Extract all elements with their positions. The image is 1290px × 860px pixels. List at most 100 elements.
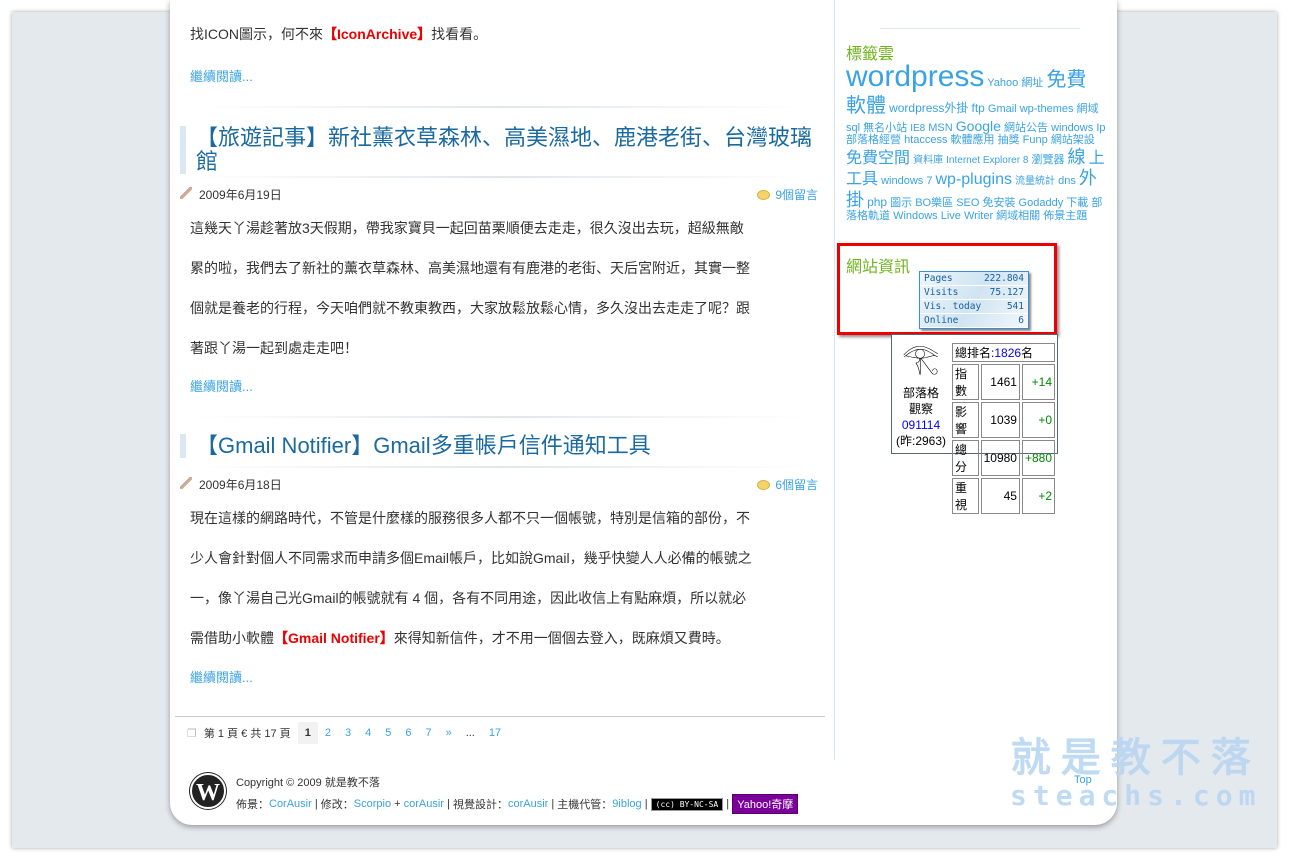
pen-icon [180, 477, 192, 489]
wordpress-logo-icon[interactable]: W [190, 773, 226, 809]
tag-link[interactable]: php [867, 195, 887, 209]
tag-link[interactable]: Gmail [988, 103, 1017, 115]
comment-icon [757, 190, 771, 200]
tag-link[interactable]: dns [1058, 175, 1076, 187]
tag-link[interactable]: windows [1051, 122, 1093, 134]
pen-icon [180, 187, 192, 199]
post-date: 2009年6月18日 [199, 478, 282, 492]
tag-link[interactable]: 軟體 [846, 95, 886, 117]
separator [195, 466, 805, 468]
tag-link[interactable]: BO樂區 [915, 197, 953, 209]
tag-link[interactable]: Yahoo [987, 77, 1018, 89]
tag-link[interactable]: Internet Explorer 8 [946, 155, 1028, 166]
page-link[interactable]: 4 [358, 727, 378, 739]
separator [195, 416, 805, 418]
tag-link[interactable]: 流量統計 [1015, 176, 1055, 187]
page-info: 第 1 頁 € 共 17 頁 [203, 728, 291, 740]
tag-link[interactable]: wp-themes [1020, 103, 1074, 115]
tag-link[interactable]: IE8 [910, 123, 925, 134]
post-body: 這幾天丫湯趁著放3天假期，帶我家寶貝一起回苗栗順便去走走，很久沒出去玩，超級無敵… [190, 220, 750, 356]
post-body: 現在這樣的網路時代，不管是什麼樣的服務很多人都不只一個帳號，特別是信箱的部份，不… [190, 510, 752, 646]
tag-link[interactable]: 無名小站 [863, 122, 907, 134]
ellipsis: ... [465, 727, 475, 739]
read-more-link[interactable]: 繼續閱讀... [190, 376, 253, 395]
tag-link[interactable]: 線 [1068, 147, 1086, 167]
rank-table: 總排名:1826名 指數 1461 +14 影響 1039 +0 總分 10980 +880… [950, 341, 1057, 516]
separator [195, 176, 805, 178]
iconarchive-link[interactable]: 【IconArchive】 [323, 26, 431, 42]
tag-link[interactable]: htaccess [904, 134, 947, 146]
tag-link[interactable]: windows 7 [881, 175, 932, 187]
separator [195, 106, 805, 108]
eye-of-horus-icon: 𓂀 [902, 342, 940, 375]
read-more-link[interactable]: 繼續閱讀... [190, 667, 253, 686]
post-meta: 2009年6月19日 9個留言 [180, 186, 818, 203]
tag-link[interactable]: Godaddy [1019, 197, 1064, 209]
tag-link[interactable]: ftp [971, 101, 984, 115]
tag-link[interactable]: Ip [1096, 122, 1105, 134]
tag-link[interactable]: 下載 [1066, 197, 1088, 209]
footer-credits: 佈景： CorAusir | 修改： Scorpio + corAusir | 視覺… [236, 794, 799, 814]
tag-link[interactable]: SEO [956, 197, 979, 209]
tag-link[interactable]: 瀏覽器 [1031, 154, 1064, 166]
post-meta: 2009年6月18日 6個留言 [180, 476, 818, 493]
blog-ranking-widget[interactable]: 𓂀 部落格 觀察 091114 (昨:2963) 總排名:1826名 指數 1461 +… [891, 334, 1058, 514]
separator [880, 28, 1080, 29]
last-page-link[interactable]: 17 [482, 727, 508, 739]
tag-link[interactable]: 免安裝 [982, 197, 1015, 209]
tag-link[interactable]: 資料庫 [913, 155, 943, 166]
cc-license-badge[interactable]: (cc) BY-NC-SA [650, 797, 724, 811]
design-link[interactable]: corAusir [508, 798, 548, 810]
tag-link[interactable]: wp-plugins [936, 171, 1012, 188]
post-excerpt: 找ICON圖示，何不來【IconArchive】找看看。 [190, 26, 488, 42]
mod-link[interactable]: corAusir [404, 798, 444, 810]
tag-link[interactable]: Windows Live Writer [893, 210, 993, 222]
yahoo-badge[interactable]: Yahoo!奇摩 [732, 794, 799, 814]
pages-icon: ❐ [187, 727, 197, 740]
sidebar-divider [834, 0, 835, 760]
theme-link[interactable]: CorAusir [269, 798, 312, 810]
tag-cloud: wordpress Yahoo 網址 免費 軟體 wordpress外掛 ftp… [846, 60, 1108, 223]
highlight-box [837, 243, 1057, 335]
comments-link[interactable]: 6個留言 [775, 478, 818, 492]
copyright: Copyright © 2009 就是教不落 [236, 777, 380, 789]
tag-link[interactable]: wordpress [846, 60, 984, 93]
separator [175, 716, 825, 717]
page-current: 1 [297, 722, 318, 744]
gmail-notifier-link[interactable]: 【Gmail Notifier】 [274, 630, 394, 646]
comment-icon [757, 480, 771, 490]
tag-link[interactable]: wordpress外掛 [889, 101, 968, 115]
post-title[interactable]: 【旅遊記事】新社薰衣草森林、高美濕地、鹿港老街、台灣玻璃館 [180, 126, 820, 174]
host-link[interactable]: 9iblog [612, 798, 641, 810]
watermark: 就是教不落 steachs.com [1010, 736, 1262, 812]
page-link[interactable]: 6 [398, 727, 418, 739]
tag-link[interactable]: 圖示 [890, 197, 912, 209]
page-link[interactable]: 3 [338, 727, 358, 739]
tag-link[interactable]: 佈景主題 [1043, 210, 1087, 222]
page-link[interactable]: 2 [318, 727, 338, 739]
tag-link[interactable]: 網址 [1021, 77, 1043, 89]
page-link[interactable]: 5 [378, 727, 398, 739]
tag-link[interactable]: sql [846, 122, 860, 134]
tag-link[interactable]: MSN [928, 122, 952, 134]
blog-page: 找ICON圖示，何不來【IconArchive】找看看。 繼續閱讀... 【旅遊… [170, 0, 1117, 825]
post-date: 2009年6月19日 [199, 188, 282, 202]
tag-link[interactable]: Funp [1023, 134, 1048, 146]
comments-link[interactable]: 9個留言 [775, 188, 818, 202]
tag-link[interactable]: 網站公告 [1004, 122, 1048, 134]
tag-link[interactable]: 免費空間 [846, 150, 910, 167]
pagination: ❐ 第 1 頁 € 共 17 頁 1 2 3 4 5 6 7 » ... 17 [180, 722, 508, 744]
tag-link[interactable]: 部落格經營 [846, 134, 901, 146]
tag-link[interactable]: Google [956, 118, 1001, 134]
tag-link[interactable]: 網域相關 [996, 210, 1040, 222]
page-link[interactable]: 7 [418, 727, 438, 739]
next-page-link[interactable]: » [439, 727, 459, 739]
mod-link[interactable]: Scorpio [354, 798, 391, 810]
tag-link[interactable]: 軟體應用 [951, 134, 995, 146]
tag-link[interactable]: 抽獎 [998, 134, 1020, 146]
read-more-link[interactable]: 繼續閱讀... [190, 66, 253, 85]
tag-link[interactable]: 網域 [1077, 103, 1099, 115]
tag-link[interactable]: 網站架設 [1051, 134, 1095, 146]
tag-link[interactable]: 免費 [1046, 69, 1086, 91]
post-title[interactable]: 【Gmail Notifier】Gmail多重帳戶信件通知工具 [180, 434, 820, 458]
